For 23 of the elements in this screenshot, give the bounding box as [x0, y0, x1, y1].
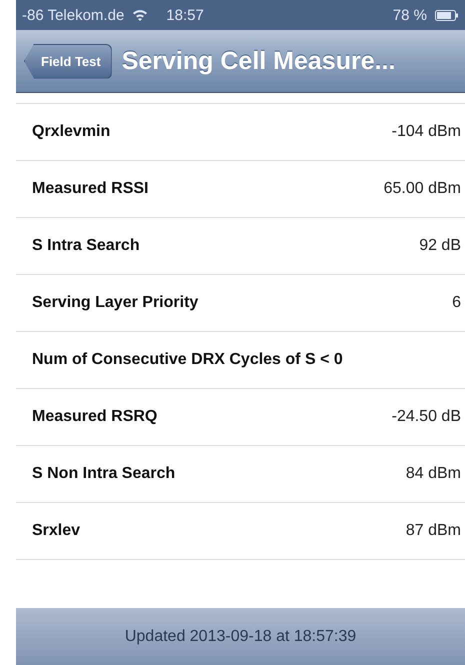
row-label: Serving Layer Priority: [32, 294, 198, 312]
wifi-icon: [132, 9, 148, 21]
row-label: Qrxlevmin: [32, 123, 110, 141]
row-value: 6: [452, 294, 461, 312]
back-button[interactable]: Field Test: [24, 44, 112, 78]
row-label: Srxlev: [32, 522, 80, 540]
carrier-text: -86 Telekom.de: [22, 6, 124, 24]
row-label: S Non Intra Search: [32, 465, 176, 483]
row-value: 92 dB: [419, 237, 461, 255]
row-label: S Intra Search: [32, 237, 140, 255]
row-label: Measured RSRQ: [32, 408, 158, 426]
row-value: -24.50 dB: [392, 408, 461, 426]
row-value: 87 dBm: [406, 522, 461, 540]
row-value: 84 dBm: [406, 465, 461, 483]
row-label: Num of Consecutive DRX Cycles of S < 0: [32, 351, 343, 369]
battery-icon: [435, 10, 459, 20]
row-value: -104 dBm: [392, 123, 461, 141]
clock-text: 18:57: [166, 6, 204, 24]
row-label: Measured RSSI: [32, 180, 148, 198]
screen-title: Serving Cell Measure...: [122, 46, 396, 76]
battery-text: 78 %: [392, 6, 427, 24]
row-value: 65.00 dBm: [384, 180, 461, 198]
updated-text: Updated 2013-09-18 at 18:57:39: [124, 628, 356, 646]
